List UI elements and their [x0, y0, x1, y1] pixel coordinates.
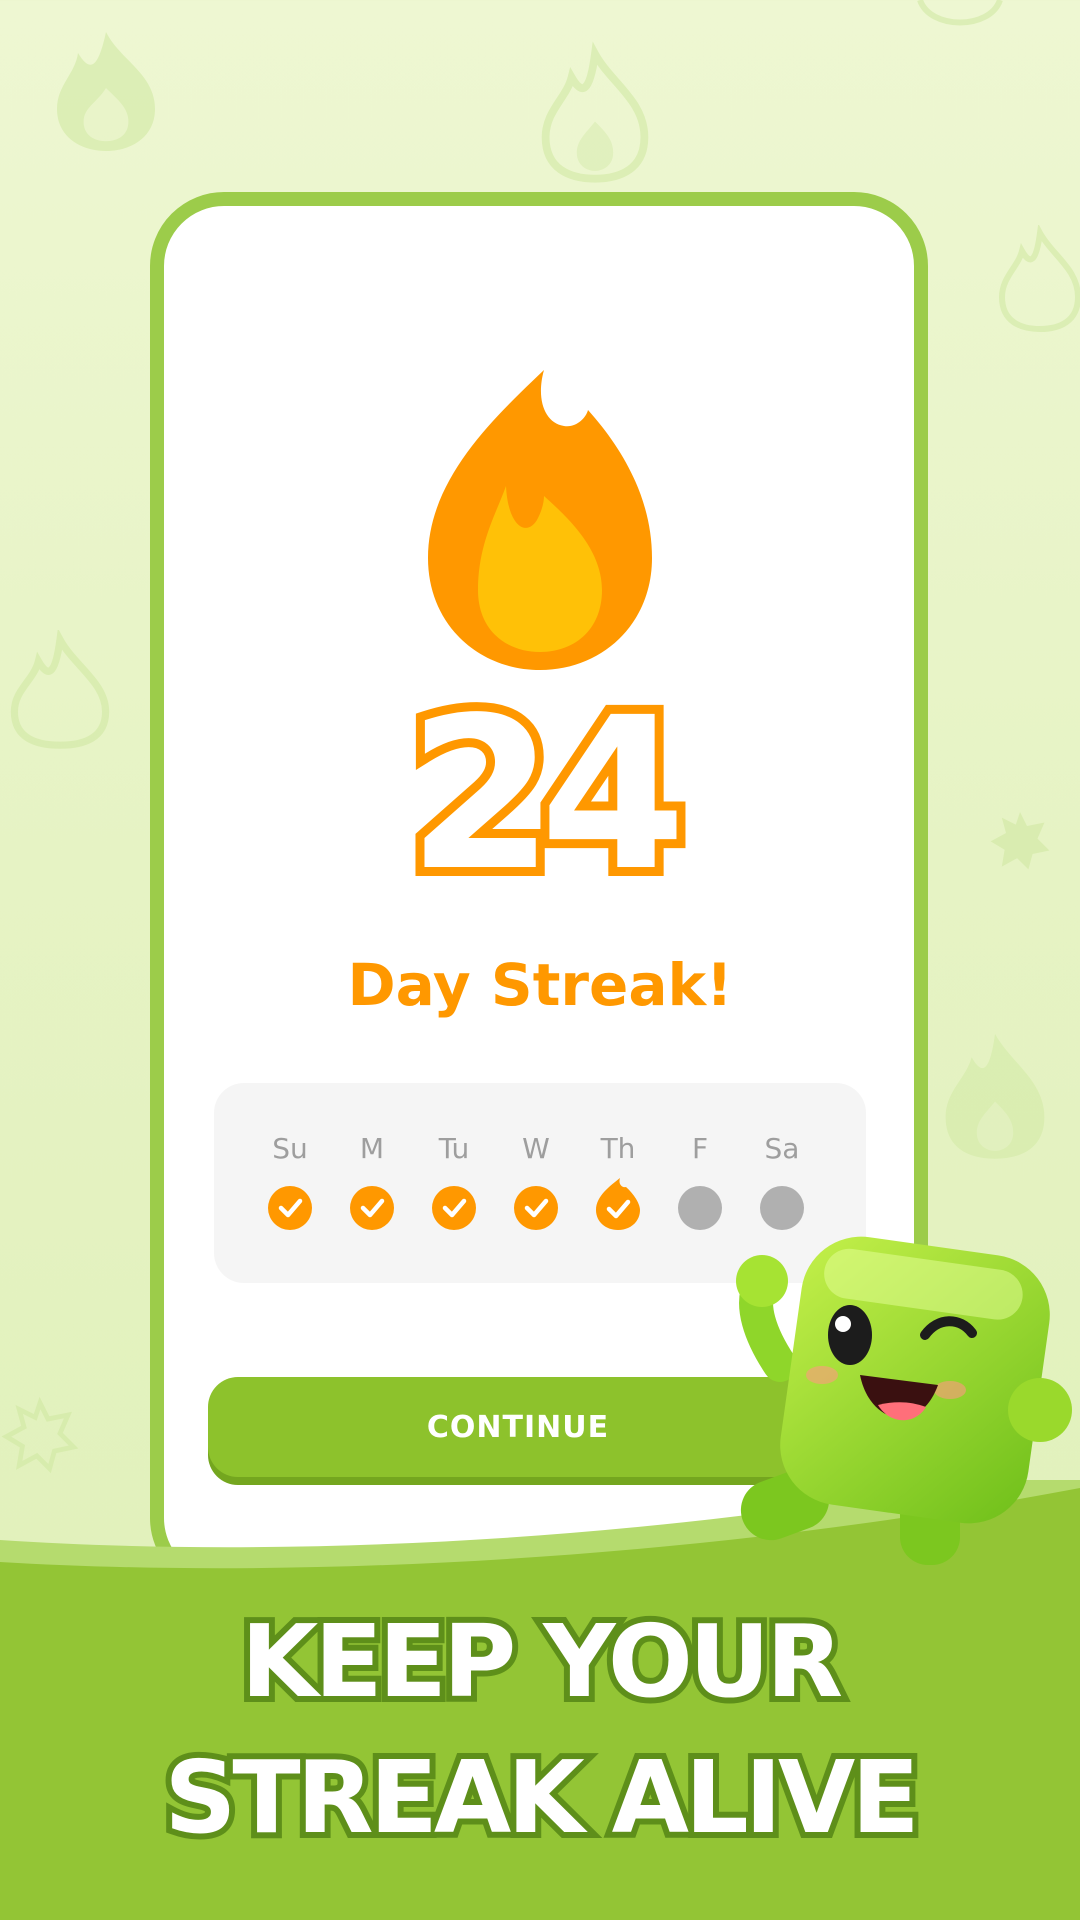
background-flame-icon: [945, 1033, 1045, 1159]
flame-icon: [428, 370, 652, 670]
background-flame-icon: [917, 0, 1003, 26]
day-label: F: [691, 1132, 709, 1165]
day-monday: M: [342, 1135, 402, 1230]
day-label: Tu: [438, 1132, 470, 1165]
streak-count: 24: [399, 672, 695, 917]
background-flame-icon: [541, 41, 649, 183]
check-icon: [432, 1186, 476, 1230]
background-flame-icon: [998, 225, 1080, 333]
streak-label: Day Streak!: [347, 951, 733, 1019]
check-icon: [350, 1186, 394, 1230]
background-splat-icon: [1, 1396, 79, 1474]
day-label: Su: [272, 1132, 308, 1165]
day-label: Th: [600, 1132, 636, 1165]
day-friday: F: [670, 1135, 730, 1230]
green-cube-mascot: [736, 1236, 1072, 1565]
day-thursday: Th: [588, 1135, 648, 1230]
pending-dot: [760, 1186, 804, 1230]
flame-check-icon: [596, 1178, 640, 1230]
background-flame-icon: [57, 32, 155, 151]
day-label: M: [359, 1132, 385, 1165]
pending-dot: [678, 1186, 722, 1230]
day-label: W: [522, 1132, 550, 1165]
day-sunday: Su: [260, 1135, 320, 1230]
day-wednesday: W: [506, 1135, 566, 1230]
check-icon: [514, 1186, 558, 1230]
day-tuesday: Tu: [424, 1135, 484, 1230]
check-icon: [268, 1186, 312, 1230]
tagline-line-2: STREAK ALIVE: [158, 1739, 925, 1856]
day-saturday: Sa: [752, 1135, 812, 1230]
day-label: Sa: [764, 1132, 800, 1165]
tagline-line-1: KEEP YOUR: [235, 1603, 849, 1720]
